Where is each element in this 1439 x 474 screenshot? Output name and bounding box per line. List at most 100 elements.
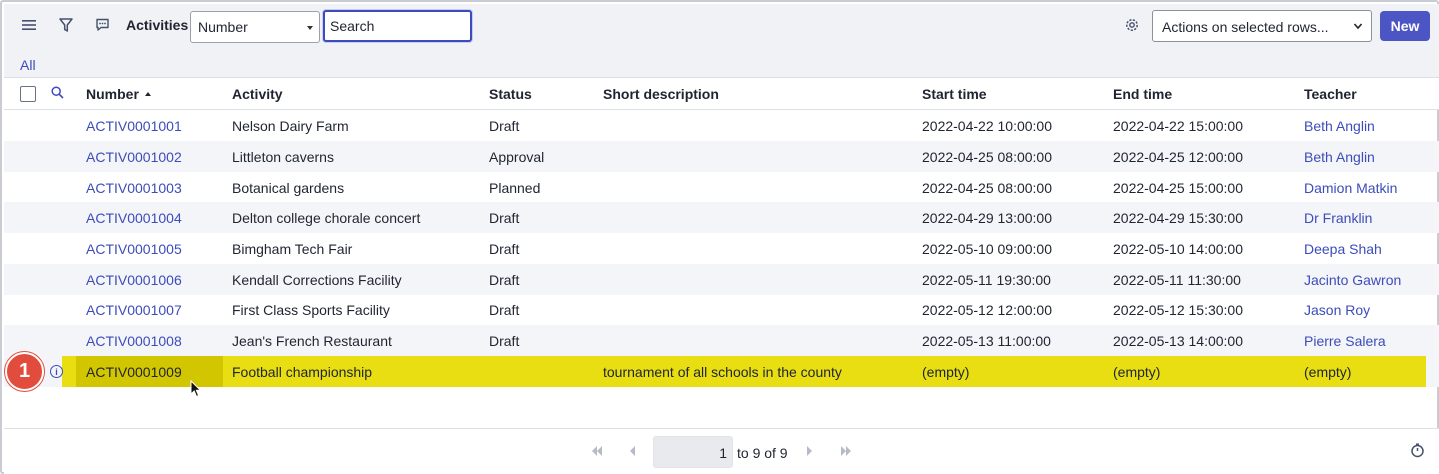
row-end-time: 2022-05-12 15:30:00 bbox=[1113, 302, 1243, 318]
row-start-time: 2022-04-22 10:00:00 bbox=[922, 118, 1052, 134]
next-page-icon[interactable] bbox=[806, 445, 813, 459]
row-start-time: (empty) bbox=[922, 364, 970, 380]
breadcrumb: All bbox=[4, 49, 1439, 78]
table-row: ACTIV0001005 Bimgham Tech Fair Draft 202… bbox=[4, 233, 1439, 264]
pagination-bar: 1 to 9 of 9 bbox=[4, 428, 1439, 474]
row-number-link[interactable]: ACTIV0001003 bbox=[86, 180, 182, 196]
row-teacher-link[interactable]: Jacinto Gawron bbox=[1304, 272, 1401, 288]
select-all-checkbox[interactable] bbox=[20, 86, 36, 102]
row-start-time: 2022-05-12 12:00:00 bbox=[922, 302, 1052, 318]
row-number-link[interactable]: ACTIV0001001 bbox=[86, 118, 182, 134]
table-row: ACTIV0001008 Jean's French Restaurant Dr… bbox=[4, 325, 1439, 356]
hamburger-menu-icon[interactable] bbox=[16, 12, 42, 38]
row-end-time: 2022-05-10 14:00:00 bbox=[1113, 241, 1243, 257]
column-header-teacher[interactable]: Teacher bbox=[1304, 86, 1357, 102]
response-time-icon[interactable] bbox=[1410, 443, 1425, 461]
table-row-highlighted: i ACTIV0001009 Football championship tou… bbox=[4, 356, 1439, 387]
caret-down-icon bbox=[307, 26, 313, 30]
row-end-time: 2022-04-25 12:00:00 bbox=[1113, 149, 1243, 165]
table-row: ACTIV0001006 Kendall Corrections Facilit… bbox=[4, 264, 1439, 295]
column-header-short-description[interactable]: Short description bbox=[603, 86, 719, 102]
column-header-number-label: Number bbox=[86, 86, 139, 102]
gear-icon[interactable] bbox=[1119, 12, 1145, 38]
last-page-icon[interactable] bbox=[840, 445, 852, 459]
row-status: Draft bbox=[489, 272, 520, 288]
row-end-time: 2022-04-25 15:00:00 bbox=[1113, 180, 1243, 196]
search-field-value: Number bbox=[198, 19, 248, 35]
row-number-link[interactable]: ACTIV0001005 bbox=[86, 241, 182, 257]
row-activity: Jean's French Restaurant bbox=[232, 333, 392, 349]
row-end-time: 2022-05-11 11:30:00 bbox=[1113, 272, 1241, 288]
row-start-time: 2022-05-13 11:00:00 bbox=[922, 333, 1051, 349]
table-header: Number Activity Status Short description… bbox=[4, 78, 1439, 110]
row-start-time: 2022-04-25 08:00:00 bbox=[922, 149, 1052, 165]
row-number-link[interactable]: ACTIV0001006 bbox=[86, 272, 182, 288]
row-teacher-link[interactable]: Beth Anglin bbox=[1304, 118, 1375, 134]
row-number-link[interactable]: ACTIV0001004 bbox=[86, 210, 182, 226]
previous-page-icon[interactable] bbox=[629, 445, 636, 459]
info-icon[interactable]: i bbox=[50, 365, 63, 378]
row-teacher-link[interactable]: Jason Roy bbox=[1304, 302, 1370, 318]
row-status: Draft bbox=[489, 118, 520, 134]
row-number-link[interactable]: ACTIV0001008 bbox=[86, 333, 182, 349]
row-number-link[interactable]: ACTIV0001007 bbox=[86, 302, 182, 318]
row-activity: Delton college chorale concert bbox=[232, 210, 421, 226]
row-short-description: tournament of all schools in the county bbox=[603, 364, 842, 380]
row-teacher-link[interactable]: Beth Anglin bbox=[1304, 149, 1375, 165]
comment-icon[interactable] bbox=[89, 12, 115, 38]
column-search-icon[interactable] bbox=[51, 86, 64, 102]
breadcrumb-all-link[interactable]: All bbox=[20, 57, 36, 73]
row-number-link[interactable]: ACTIV0001002 bbox=[86, 149, 182, 165]
table-row: ACTIV0001001 Nelson Dairy Farm Draft 202… bbox=[4, 110, 1439, 141]
table-row: ACTIV0001004 Delton college chorale conc… bbox=[4, 202, 1439, 233]
actions-select[interactable]: Actions on selected rows... bbox=[1152, 10, 1372, 42]
sort-ascending-icon bbox=[144, 92, 151, 96]
mouse-cursor-icon bbox=[190, 379, 202, 401]
search-input[interactable] bbox=[323, 10, 472, 42]
row-status: Planned bbox=[489, 180, 541, 196]
table-row: ACTIV0001002 Littleton caverns Approval … bbox=[4, 141, 1439, 172]
table-row: ACTIV0001003 Botanical gardens Planned 2… bbox=[4, 172, 1439, 203]
column-header-activity[interactable]: Activity bbox=[232, 86, 283, 102]
row-teacher-link[interactable]: Deepa Shah bbox=[1304, 241, 1382, 257]
row-activity: Botanical gardens bbox=[232, 180, 345, 196]
row-start-time: 2022-05-11 19:30:00 bbox=[922, 272, 1051, 288]
new-button[interactable]: New bbox=[1380, 11, 1430, 41]
row-start-time: 2022-04-29 13:00:00 bbox=[922, 210, 1052, 226]
page-range-text: to 9 of 9 bbox=[737, 445, 788, 461]
actions-select-value: Actions on selected rows... bbox=[1162, 19, 1329, 35]
row-status: Approval bbox=[489, 149, 545, 165]
row-activity: Kendall Corrections Facility bbox=[232, 272, 402, 288]
row-end-time: 2022-04-29 15:30:00 bbox=[1113, 210, 1243, 226]
row-teacher-link[interactable]: Pierre Salera bbox=[1304, 333, 1386, 349]
row-start-time: 2022-05-10 09:00:00 bbox=[922, 241, 1052, 257]
chevron-down-icon bbox=[1353, 19, 1363, 36]
row-status: Draft bbox=[489, 241, 520, 257]
row-teacher: (empty) bbox=[1304, 364, 1352, 380]
row-end-time: 2022-05-13 14:00:00 bbox=[1113, 333, 1243, 349]
search-field-select[interactable]: Number bbox=[190, 11, 320, 43]
row-activity: Littleton caverns bbox=[232, 149, 334, 165]
row-status: Draft bbox=[489, 302, 520, 318]
step-number-badge: 1 bbox=[5, 352, 44, 391]
row-teacher-link[interactable]: Damion Matkin bbox=[1304, 180, 1397, 196]
column-header-end-time[interactable]: End time bbox=[1113, 86, 1172, 102]
column-header-status[interactable]: Status bbox=[489, 86, 532, 102]
row-activity: Bimgham Tech Fair bbox=[232, 241, 353, 257]
page-number-input[interactable]: 1 bbox=[653, 436, 733, 468]
row-teacher-link[interactable]: Dr Franklin bbox=[1304, 210, 1372, 226]
row-activity: Nelson Dairy Farm bbox=[232, 118, 349, 134]
filter-icon[interactable] bbox=[53, 12, 79, 38]
column-header-start-time[interactable]: Start time bbox=[922, 86, 987, 102]
column-header-number[interactable]: Number bbox=[86, 86, 151, 102]
row-status: Draft bbox=[489, 333, 520, 349]
list-title: Activities bbox=[126, 17, 189, 33]
first-page-icon[interactable] bbox=[591, 445, 603, 459]
row-activity: First Class Sports Facility bbox=[232, 302, 390, 318]
row-status: Draft bbox=[489, 210, 520, 226]
row-number[interactable]: ACTIV0001009 bbox=[86, 364, 182, 380]
list-frame: Activities Number Actions on selected ro… bbox=[0, 0, 1439, 474]
table-row: ACTIV0001007 First Class Sports Facility… bbox=[4, 294, 1439, 325]
row-start-time: 2022-04-25 08:00:00 bbox=[922, 180, 1052, 196]
row-end-time: 2022-04-22 15:00:00 bbox=[1113, 118, 1243, 134]
